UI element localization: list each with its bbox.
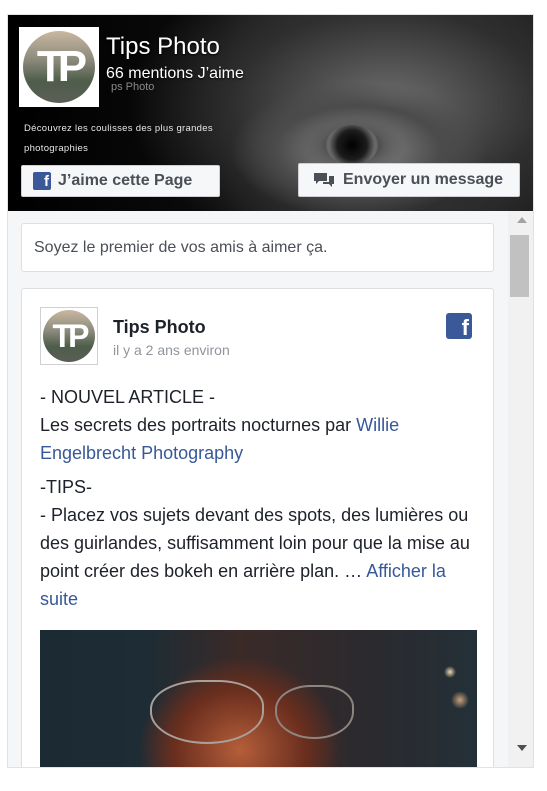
like-page-button[interactable]: f J’aime cette Page xyxy=(21,165,220,197)
page-description: Découvrez les coulisses des plus grandes… xyxy=(24,123,213,154)
cover-banner[interactable]: TP Tips Photo 66 mentions J’aime ps Phot… xyxy=(8,15,533,211)
send-message-button[interactable]: Envoyer un message xyxy=(298,163,520,197)
avatar-image: TP xyxy=(43,310,95,362)
post-timestamp[interactable]: il y a 2 ans environ xyxy=(113,342,230,358)
page-tagline: ps Photo xyxy=(111,81,155,93)
post-body: - NOUVEL ARTICLE - Les secrets des portr… xyxy=(40,383,480,619)
scrollbar-thumb[interactable] xyxy=(510,235,529,297)
scroll-down-arrow-icon[interactable] xyxy=(517,745,527,751)
facebook-page-plugin: TP Tips Photo 66 mentions J’aime ps Phot… xyxy=(7,14,534,768)
friends-like-prompt: Soyez le premier de vos amis à aimer ça. xyxy=(21,223,494,272)
tp-logo: TP xyxy=(36,42,87,91)
scroll-up-arrow-icon[interactable] xyxy=(517,217,527,223)
facebook-logo-icon[interactable]: f xyxy=(446,313,472,339)
post-author-name[interactable]: Tips Photo xyxy=(113,317,206,338)
profile-picture-image: TP xyxy=(23,31,95,103)
like-page-label: J’aime cette Page xyxy=(58,172,193,189)
friends-like-text: Soyez le premier de vos amis à aimer ça. xyxy=(34,238,328,256)
send-message-label: Envoyer un message xyxy=(343,171,504,188)
messenger-bubbles-icon xyxy=(313,171,335,189)
post-photo[interactable] xyxy=(40,630,477,767)
post-line-tips: -TIPS- xyxy=(40,477,92,497)
facebook-icon: f xyxy=(33,172,51,190)
page-profile-picture[interactable]: TP xyxy=(19,27,99,107)
post-line-new-article: - NOUVEL ARTICLE - xyxy=(40,387,216,407)
page-title[interactable]: Tips Photo xyxy=(106,33,220,61)
post-author-avatar[interactable]: TP xyxy=(40,307,98,365)
tp-logo-small: TP xyxy=(52,317,90,354)
glasses-right-lens xyxy=(275,685,354,739)
vertical-scrollbar[interactable] xyxy=(508,211,533,767)
timeline-post: TP Tips Photo il y a 2 ans environ f - N… xyxy=(21,288,494,767)
glasses-left-lens xyxy=(150,680,264,744)
post-line-secrets: Les secrets des portraits nocturnes par xyxy=(40,415,357,435)
cover-eye-image xyxy=(326,125,378,165)
